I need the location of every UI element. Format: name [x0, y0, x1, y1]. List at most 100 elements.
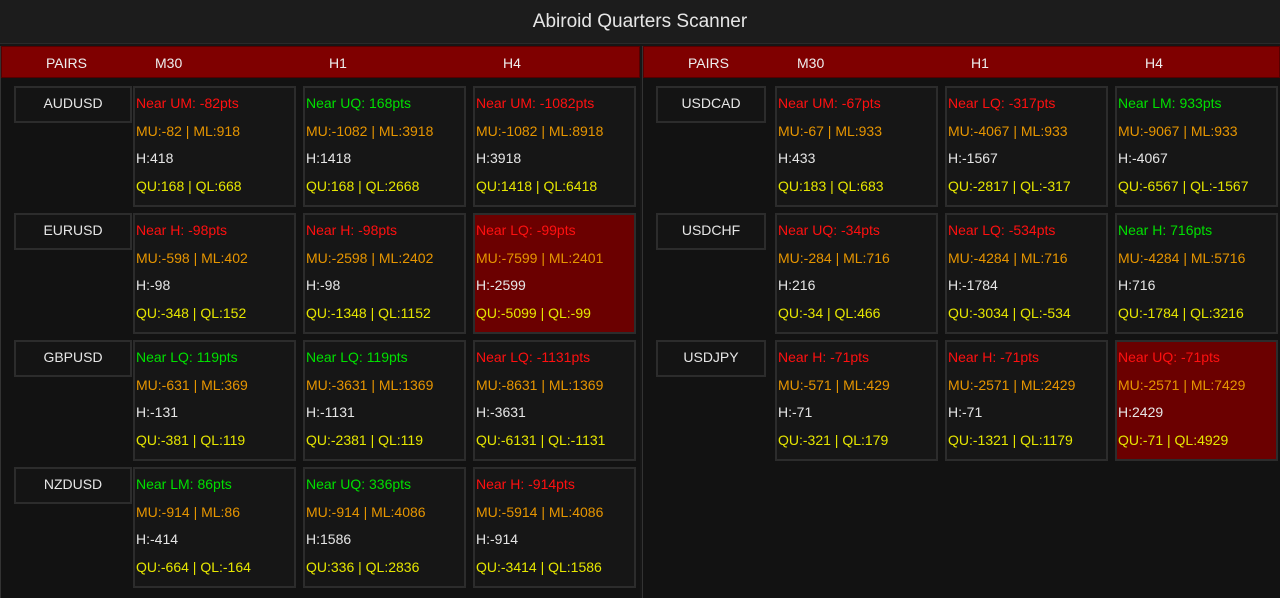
near-level-text: Near H: 716pts	[1118, 222, 1213, 238]
h-text: H:418	[136, 150, 174, 166]
scanner-cell-nzdusd-m30[interactable]: Near LM: 86pts MU:-914 | ML:86 H:-414 QU:-6…	[133, 467, 296, 588]
column-header-bar: PAIRS M30 H1 H4	[1, 46, 640, 78]
h-text: H:-131	[136, 404, 179, 420]
scanner-cell-nzdusd-h4[interactable]: Near H: -914pts MU:-5914 | ML:4086 H:-914 Q…	[473, 467, 636, 588]
mu-ml-text: MU:-2598 | ML:2402	[306, 250, 434, 266]
h-text: H:1586	[306, 531, 352, 547]
qu-ql-text: QU:168 | QL:2668	[306, 178, 420, 194]
pair-button-usdcad[interactable]: USDCAD	[656, 86, 766, 123]
mu-ml-text: MU:-4284 | ML:716	[948, 250, 1068, 266]
qu-ql-text: QU:168 | QL:668	[136, 178, 242, 194]
scanner-cell-usdchf-h4[interactable]: Near H: 716pts MU:-4284 | ML:5716 H:716 QU:…	[1115, 213, 1278, 334]
scanner-cell-audusd-h1[interactable]: Near UQ: 168pts MU:-1082 | ML:3918 H:1418 Q…	[303, 86, 466, 207]
header-m30: M30	[155, 55, 183, 71]
scanner-cell-usdchf-h1[interactable]: Near LQ: -534pts MU:-4284 | ML:716 H:-1784…	[945, 213, 1108, 334]
scanner-cell-audusd-m30[interactable]: Near UM: -82pts MU:-82 | ML:918 H:418 QU:16…	[133, 86, 296, 207]
qu-ql-text: QU:-321 | QL:179	[778, 432, 889, 448]
scanner-cell-eurusd-h1[interactable]: Near H: -98pts MU:-2598 | ML:2402 H:-98 QU:…	[303, 213, 466, 334]
h-text: H:-98	[136, 277, 171, 293]
scanner-cell-usdjpy-m30[interactable]: Near H: -71pts MU:-571 | ML:429 H:-71 QU:-3…	[775, 340, 938, 461]
mu-ml-text: MU:-1082 | ML:8918	[476, 123, 604, 139]
qu-ql-text: QU:183 | QL:683	[778, 178, 884, 194]
scanner-cell-usdcad-h1[interactable]: Near LQ: -317pts MU:-4067 | ML:933 H:-1567…	[945, 86, 1108, 207]
mu-ml-text: MU:-4284 | ML:5716	[1118, 250, 1246, 266]
h-text: H:1418	[306, 150, 352, 166]
near-level-text: Near LQ: -1131pts	[476, 349, 591, 365]
header-h1: H1	[329, 55, 347, 71]
pair-button-eurusd[interactable]: EURUSD	[14, 213, 132, 250]
mu-ml-text: MU:-8631 | ML:1369	[476, 377, 604, 393]
qu-ql-text: QU:-6567 | QL:-1567	[1118, 178, 1249, 194]
near-level-text: Near H: -914pts	[476, 476, 575, 492]
h-text: H:-414	[136, 531, 179, 547]
h-text: H:-1131	[306, 404, 355, 420]
near-level-text: Near UM: -82pts	[136, 95, 239, 111]
h-text: H:216	[778, 277, 816, 293]
h-text: H:-4067	[1118, 150, 1168, 166]
near-level-text: Near LM: 86pts	[136, 476, 232, 492]
pair-button-gbpusd[interactable]: GBPUSD	[14, 340, 132, 377]
near-level-text: Near H: -98pts	[306, 222, 398, 238]
mu-ml-text: MU:-67 | ML:933	[778, 123, 883, 139]
near-level-text: Near UM: -67pts	[778, 95, 881, 111]
h-text: H:3918	[476, 150, 522, 166]
mu-ml-text: MU:-571 | ML:429	[778, 377, 890, 393]
mu-ml-text: MU:-82 | ML:918	[136, 123, 241, 139]
near-level-text: Near LQ: 119pts	[136, 349, 238, 365]
qu-ql-text: QU:-3034 | QL:-534	[948, 305, 1071, 321]
mu-ml-text: MU:-7599 | ML:2401	[476, 250, 604, 266]
mu-ml-text: MU:-9067 | ML:933	[1118, 123, 1238, 139]
scanner-cell-eurusd-h4[interactable]: Near LQ: -99pts MU:-7599 | ML:2401 H:-2599…	[473, 213, 636, 334]
near-level-text: Near UM: -1082pts	[476, 95, 595, 111]
scanner-cell-usdjpy-h1[interactable]: Near H: -71pts MU:-2571 | ML:2429 H:-71 QU:…	[945, 340, 1108, 461]
window-title: Abiroid Quarters Scanner	[0, 0, 1280, 44]
near-level-text: Near UQ: -71pts	[1118, 349, 1220, 365]
scanner-cell-usdcad-m30[interactable]: Near UM: -67pts MU:-67 | ML:933 H:433 QU:18…	[775, 86, 938, 207]
near-level-text: Near UQ: 336pts	[306, 476, 412, 492]
near-level-text: Near LQ: 119pts	[306, 349, 408, 365]
header-h1: H1	[971, 55, 989, 71]
scanner-cell-gbpusd-m30[interactable]: Near LQ: 119pts MU:-631 | ML:369 H:-131 QU:…	[133, 340, 296, 461]
qu-ql-text: QU:-34 | QL:466	[778, 305, 881, 321]
qu-ql-text: QU:-381 | QL:119	[136, 432, 246, 448]
qu-ql-text: QU:1418 | QL:6418	[476, 178, 598, 194]
near-level-text: Near LQ: -99pts	[476, 222, 576, 238]
h-text: H:-1784	[948, 277, 998, 293]
scanner-cell-usdchf-m30[interactable]: Near UQ: -34pts MU:-284 | ML:716 H:216 QU:-…	[775, 213, 938, 334]
scanner-panel-left: PAIRS M30 H1 H4 AUDUSD Near UM: -82pts MU:-82 …	[0, 46, 640, 598]
scanner-cell-eurusd-m30[interactable]: Near H: -98pts MU:-598 | ML:402 H:-98 QU:-3…	[133, 213, 296, 334]
near-level-text: Near LQ: -534pts	[948, 222, 1056, 238]
qu-ql-text: QU:-1321 | QL:1179	[948, 432, 1073, 448]
pair-button-usdjpy[interactable]: USDJPY	[656, 340, 766, 377]
scanner-cell-gbpusd-h4[interactable]: Near LQ: -1131pts MU:-8631 | ML:1369 H:-36…	[473, 340, 636, 461]
pair-button-nzdusd[interactable]: NZDUSD	[14, 467, 132, 504]
qu-ql-text: QU:-1348 | QL:1152	[306, 305, 431, 321]
scanner-cell-nzdusd-h1[interactable]: Near UQ: 336pts MU:-914 | ML:4086 H:1586 QU…	[303, 467, 466, 588]
qu-ql-text: QU:-348 | QL:152	[136, 305, 247, 321]
h-text: H:-71	[948, 404, 983, 420]
qu-ql-text: QU:-6131 | QL:-1131	[476, 432, 606, 448]
h-text: H:-98	[306, 277, 341, 293]
qu-ql-text: QU:336 | QL:2836	[306, 559, 420, 575]
scanner-cell-usdjpy-h4[interactable]: Near UQ: -71pts MU:-2571 | ML:7429 H:2429 Q…	[1115, 340, 1278, 461]
scanner-cell-audusd-h4[interactable]: Near UM: -1082pts MU:-1082 | ML:8918 H:391…	[473, 86, 636, 207]
h-text: H:-914	[476, 531, 519, 547]
mu-ml-text: MU:-1082 | ML:3918	[306, 123, 434, 139]
qu-ql-text: QU:-2381 | QL:119	[306, 432, 423, 448]
header-pairs: PAIRS	[688, 55, 729, 71]
qu-ql-text: QU:-2817 | QL:-317	[948, 178, 1071, 194]
mu-ml-text: MU:-284 | ML:716	[778, 250, 890, 266]
header-m30: M30	[797, 55, 825, 71]
near-level-text: Near UQ: -34pts	[778, 222, 880, 238]
pair-button-audusd[interactable]: AUDUSD	[14, 86, 132, 123]
pair-button-usdchf[interactable]: USDCHF	[656, 213, 766, 250]
mu-ml-text: MU:-2571 | ML:2429	[948, 377, 1076, 393]
scanner-cell-gbpusd-h1[interactable]: Near LQ: 119pts MU:-3631 | ML:1369 H:-1131…	[303, 340, 466, 461]
scanner-cell-usdcad-h4[interactable]: Near LM: 933pts MU:-9067 | ML:933 H:-4067 Q…	[1115, 86, 1278, 207]
mu-ml-text: MU:-598 | ML:402	[136, 250, 248, 266]
h-text: H:433	[778, 150, 816, 166]
h-text: H:-1567	[948, 150, 998, 166]
h-text: H:-71	[778, 404, 813, 420]
mu-ml-text: MU:-5914 | ML:4086	[476, 504, 604, 520]
mu-ml-text: MU:-4067 | ML:933	[948, 123, 1068, 139]
